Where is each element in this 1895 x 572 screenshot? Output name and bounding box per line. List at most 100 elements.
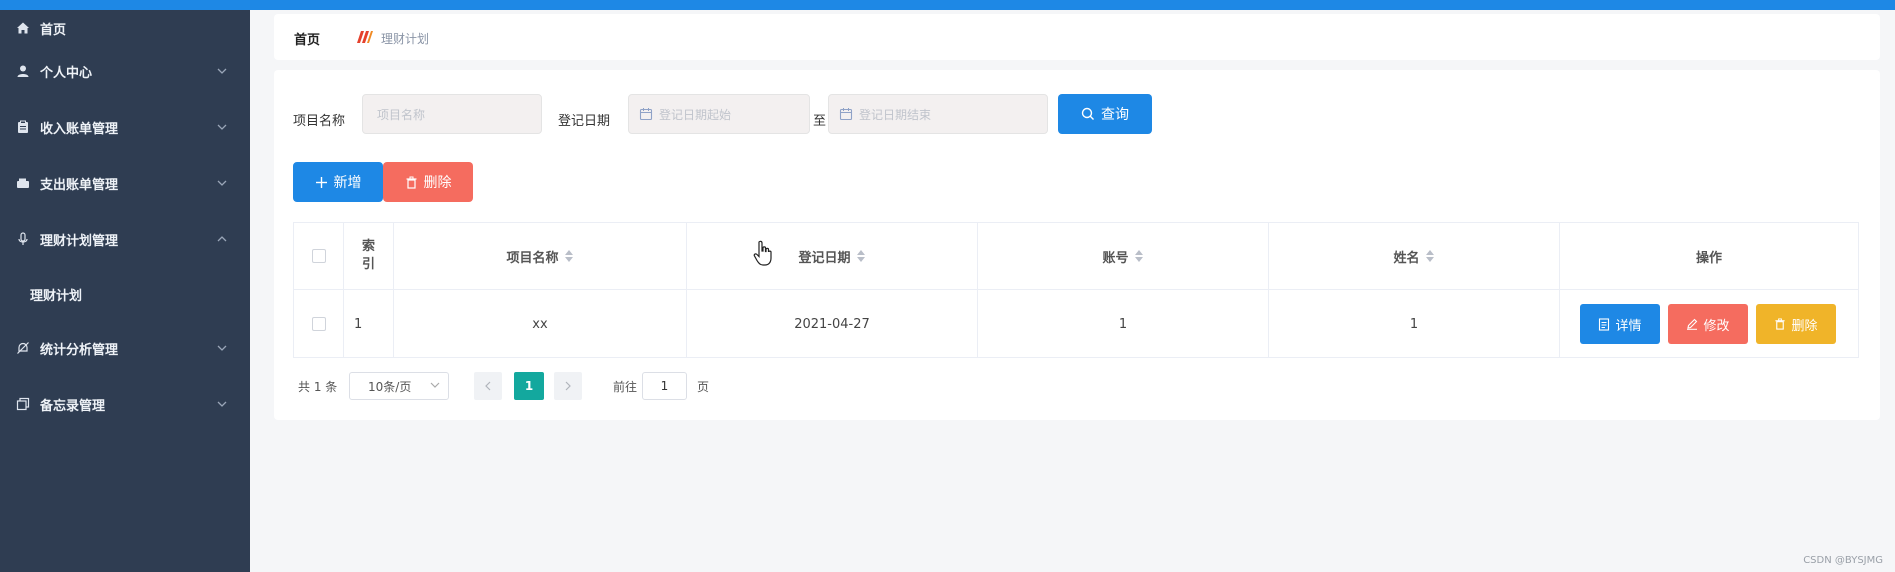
chevron-right-icon (565, 381, 571, 391)
calendar-icon (839, 108, 853, 121)
document-icon (1599, 317, 1610, 331)
add-button[interactable]: 新增 (293, 162, 383, 202)
sort-icon[interactable] (1134, 250, 1144, 262)
microphone-icon (15, 231, 31, 247)
goto-page-suffix: 页 (697, 380, 710, 394)
chevron-down-icon (216, 121, 228, 133)
header-register-date[interactable]: 登记日期 (687, 223, 978, 289)
batch-delete-button[interactable]: 删除 (383, 162, 473, 202)
sidebar-item-label: 收入账单管理 (40, 121, 119, 137)
chevron-down-icon (216, 177, 228, 189)
register-date-label: 登记日期 (558, 114, 611, 129)
header-index-line2: 引 (361, 257, 375, 272)
pencil-icon (1687, 318, 1698, 330)
header-account-label: 账号 (1102, 250, 1129, 266)
chevron-down-icon (216, 65, 228, 77)
row-delete-button-label: 删除 (1791, 318, 1818, 334)
calendar-icon (639, 108, 653, 121)
date-start-input[interactable]: 登记日期起始 (628, 94, 810, 134)
detail-button[interactable]: 详情 (1580, 304, 1660, 344)
plus-icon (315, 176, 327, 188)
header-register-date-label: 登记日期 (798, 250, 851, 266)
project-name-placeholder: 项目名称 (377, 107, 426, 122)
sort-icon[interactable] (564, 250, 574, 262)
batch-delete-button-label: 删除 (423, 175, 452, 191)
user-icon (15, 63, 31, 79)
home-icon (15, 20, 31, 36)
header-index: 索 引 (344, 223, 394, 289)
sidebar-item-income[interactable]: 收入账单管理 (0, 109, 250, 145)
sort-icon[interactable] (856, 250, 866, 262)
page-number-active[interactable]: 1 (514, 372, 544, 400)
row-select[interactable] (294, 290, 344, 358)
main-area: 首页 理财计划 项目名称 项目名称 登记日期 登记日期起始 至 登记日期结束 查… (250, 10, 1895, 572)
pagination: 共 1 条 10条/页 1 前往 1 页 (293, 370, 893, 400)
cell-register-date: 2021-04-27 (687, 290, 978, 358)
cell-project-name: xx (394, 290, 687, 358)
edit-button-label: 修改 (1703, 318, 1730, 334)
edit-button[interactable]: 修改 (1668, 304, 1748, 344)
page-size-value: 10条/页 (368, 379, 412, 394)
date-end-input[interactable]: 登记日期结束 (828, 94, 1048, 134)
trash-icon (1775, 318, 1786, 330)
header-account[interactable]: 账号 (978, 223, 1269, 289)
chevron-up-icon (216, 233, 228, 245)
watermark: CSDN @BYSJMG (1803, 555, 1883, 566)
sidebar-item-label: 理财计划 (30, 288, 83, 304)
top-accent-bar (0, 0, 1895, 10)
prev-page-button[interactable] (474, 372, 502, 400)
header-select-all[interactable] (294, 223, 344, 289)
chevron-down-icon (216, 342, 228, 354)
add-button-label: 新增 (333, 175, 362, 191)
sidebar-item-label: 支出账单管理 (40, 177, 119, 193)
cell-index: 1 (344, 290, 394, 358)
chevron-down-icon (430, 382, 440, 388)
sidebar-item-expense[interactable]: 支出账单管理 (0, 165, 250, 201)
content-panel: 项目名称 项目名称 登记日期 登记日期起始 至 登记日期结束 查询 新增 删除 (274, 70, 1880, 420)
date-end-placeholder: 登记日期结束 (859, 107, 932, 122)
select-all-checkbox[interactable] (311, 249, 326, 263)
sidebar-item-label: 个人中心 (40, 65, 93, 81)
clipboard-icon (15, 119, 31, 135)
row-delete-button[interactable]: 删除 (1756, 304, 1836, 344)
page-size-select[interactable]: 10条/页 (349, 372, 449, 400)
cell-operations: 详情 修改 删除 (1560, 290, 1858, 358)
cell-person-name: 1 (1269, 290, 1560, 358)
goto-page-input[interactable]: 1 (642, 372, 687, 400)
sidebar-item-finance-plan-mgmt[interactable]: 理财计划管理 (0, 221, 250, 257)
sidebar-item-home[interactable]: 首页 (0, 10, 250, 46)
breadcrumb: 首页 理财计划 (274, 14, 1880, 60)
pagination-total: 共 1 条 (298, 380, 338, 394)
sidebar: 首页 个人中心 收入账单管理 支出账单管理 理财计划管理 理财计划 统计分析管理… (0, 10, 250, 572)
breadcrumb-current: 理财计划 (381, 32, 430, 46)
header-index-line1: 索 (361, 239, 375, 254)
header-person-name[interactable]: 姓名 (1269, 223, 1560, 289)
row-checkbox[interactable] (311, 317, 326, 331)
goto-label: 前往 (613, 380, 638, 394)
next-page-button[interactable] (554, 372, 582, 400)
header-person-name-label: 姓名 (1393, 250, 1420, 266)
breadcrumb-separator-icon (354, 27, 374, 47)
copy-icon (15, 396, 31, 412)
sidebar-item-label: 首页 (40, 22, 67, 38)
trash-icon (406, 176, 416, 189)
sidebar-item-memo[interactable]: 备忘录管理 (0, 386, 250, 422)
sidebar-item-label: 理财计划管理 (40, 233, 119, 249)
chevron-down-icon (216, 398, 228, 410)
sidebar-item-statistics[interactable]: 统计分析管理 (0, 330, 250, 366)
query-button-label: 查询 (1101, 107, 1129, 123)
project-name-label: 项目名称 (293, 114, 346, 129)
header-project-name[interactable]: 项目名称 (394, 223, 687, 289)
project-name-input[interactable]: 项目名称 (362, 94, 542, 134)
detail-button-label: 详情 (1615, 318, 1642, 334)
query-button[interactable]: 查询 (1058, 94, 1152, 134)
sidebar-item-profile[interactable]: 个人中心 (0, 53, 250, 89)
date-range-separator: 至 (813, 114, 827, 129)
sidebar-item-label: 备忘录管理 (40, 398, 106, 414)
breadcrumb-home[interactable]: 首页 (294, 29, 320, 48)
cell-account: 1 (978, 290, 1269, 358)
sidebar-item-label: 统计分析管理 (40, 342, 119, 358)
wallet-icon (15, 175, 31, 191)
sort-icon[interactable] (1425, 250, 1435, 262)
sidebar-subitem-finance-plan[interactable]: 理财计划 (0, 276, 250, 312)
